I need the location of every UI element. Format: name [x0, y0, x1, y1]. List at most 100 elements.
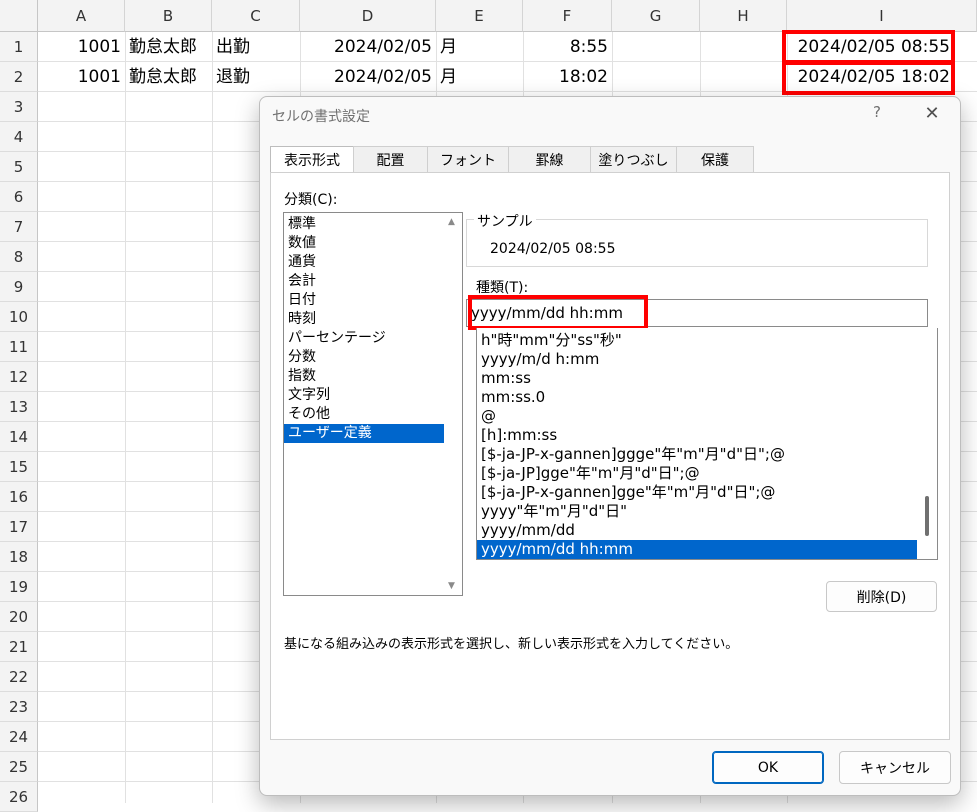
- format-item[interactable]: [h]:mm:ss: [477, 426, 917, 445]
- sample-value: 2024/02/05 08:55: [490, 241, 616, 257]
- column-header-a[interactable]: A: [38, 0, 125, 32]
- row-header[interactable]: 7: [0, 212, 38, 242]
- help-icon[interactable]: ?: [867, 103, 887, 125]
- type-label: 種類(T):: [476, 280, 529, 296]
- cell-b1[interactable]: 勤怠太郎: [129, 32, 212, 62]
- row-header[interactable]: 14: [0, 422, 38, 452]
- scroll-down-icon[interactable]: ▼: [448, 581, 455, 591]
- row-header[interactable]: 21: [0, 632, 38, 662]
- category-item[interactable]: 会計: [284, 272, 444, 291]
- row-header[interactable]: 19: [0, 572, 38, 602]
- format-item[interactable]: yyyy/mm/dd: [477, 521, 917, 540]
- format-item[interactable]: h"時"mm"分"ss"秒": [477, 331, 917, 350]
- tab-font[interactable]: フォント: [427, 146, 509, 172]
- row-header[interactable]: 10: [0, 302, 38, 332]
- column-header-b[interactable]: B: [125, 0, 212, 32]
- format-item[interactable]: yyyy/m/d h:mm: [477, 350, 917, 369]
- category-list[interactable]: 標準 数値 通貨 会計 日付 時刻 パーセンテージ 分数 指数 文字列 その他 ユーザー定義 ▲ ▼: [283, 212, 463, 596]
- row-header[interactable]: 12: [0, 362, 38, 392]
- select-all-corner[interactable]: [0, 0, 38, 32]
- row-header[interactable]: 4: [0, 122, 38, 152]
- format-scrollbar[interactable]: [919, 328, 937, 559]
- tab-border[interactable]: 罫線: [508, 146, 591, 172]
- row-header[interactable]: 5: [0, 152, 38, 182]
- category-item[interactable]: 日付: [284, 291, 444, 310]
- column-header-i[interactable]: I: [787, 0, 977, 32]
- cell-b2[interactable]: 勤怠太郎: [129, 62, 212, 92]
- cell-a2[interactable]: 1001: [38, 62, 121, 92]
- category-scrollbar[interactable]: ▲ ▼: [444, 213, 462, 595]
- gridline: [125, 32, 126, 803]
- row-header[interactable]: 3: [0, 92, 38, 122]
- cancel-button[interactable]: キャンセル: [839, 751, 951, 784]
- highlight-box-i1: [782, 30, 955, 64]
- column-header-c[interactable]: C: [212, 0, 300, 32]
- category-item[interactable]: ユーザー定義: [284, 424, 444, 443]
- cell-c2[interactable]: 退勤: [216, 62, 300, 92]
- row-header[interactable]: 16: [0, 482, 38, 512]
- format-list[interactable]: h"時"mm"分"ss"秒" yyyy/m/d h:mm mm:ss mm:ss.0 @…: [476, 328, 938, 560]
- tab-number-format[interactable]: 表示形式: [270, 146, 354, 173]
- row-header[interactable]: 18: [0, 542, 38, 572]
- tab-protection[interactable]: 保護: [676, 146, 754, 172]
- row-header[interactable]: 25: [0, 752, 38, 782]
- format-item[interactable]: yyyy"年"m"月"d"日": [477, 502, 917, 521]
- row-header[interactable]: 23: [0, 692, 38, 722]
- tab-bar: 表示形式 配置 フォント 罫線 塗りつぶし 保護: [270, 146, 754, 173]
- cell-f1[interactable]: 8:55: [523, 32, 608, 62]
- format-item[interactable]: @: [477, 407, 917, 426]
- description-text: 基になる組み込みの表示形式を選択し、新しい表示形式を入力してください。: [284, 637, 739, 652]
- cell-d1[interactable]: 2024/02/05: [300, 32, 432, 62]
- highlight-box-type: [468, 295, 648, 330]
- row-header[interactable]: 9: [0, 272, 38, 302]
- close-icon[interactable]: ✕: [920, 103, 944, 125]
- scroll-thumb[interactable]: [925, 496, 929, 536]
- cell-f2[interactable]: 18:02: [523, 62, 608, 92]
- category-item[interactable]: 分数: [284, 348, 444, 367]
- format-item[interactable]: [$-ja-JP-x-gannen]ggge"年"m"月"d"日";@: [477, 445, 917, 464]
- column-header-d[interactable]: D: [300, 0, 436, 32]
- row-header[interactable]: 15: [0, 452, 38, 482]
- ok-button[interactable]: OK: [712, 751, 824, 784]
- cell-e2[interactable]: 月: [440, 62, 523, 92]
- category-item[interactable]: 数値: [284, 234, 444, 253]
- row-header[interactable]: 26: [0, 782, 38, 812]
- row-header[interactable]: 13: [0, 392, 38, 422]
- cell-e1[interactable]: 月: [440, 32, 523, 62]
- tab-alignment[interactable]: 配置: [353, 146, 428, 172]
- cell-a1[interactable]: 1001: [38, 32, 121, 62]
- sample-label: サンプル: [474, 211, 536, 231]
- format-item[interactable]: [$-ja-JP-x-gannen]gge"年"m"月"d"日";@: [477, 483, 917, 502]
- cell-d2[interactable]: 2024/02/05: [300, 62, 432, 92]
- tab-fill[interactable]: 塗りつぶし: [590, 146, 677, 172]
- category-item[interactable]: パーセンテージ: [284, 329, 444, 348]
- row-header[interactable]: 8: [0, 242, 38, 272]
- format-item[interactable]: yyyy/mm/dd hh:mm: [477, 540, 917, 559]
- category-item[interactable]: 通貨: [284, 253, 444, 272]
- scroll-up-icon[interactable]: ▲: [448, 217, 455, 227]
- row-header[interactable]: 2: [0, 62, 38, 92]
- category-item[interactable]: 指数: [284, 367, 444, 386]
- category-label: 分類(C):: [284, 192, 338, 208]
- category-item[interactable]: 標準: [284, 215, 444, 234]
- cell-c1[interactable]: 出勤: [216, 32, 300, 62]
- row-header[interactable]: 11: [0, 332, 38, 362]
- category-item[interactable]: 時刻: [284, 310, 444, 329]
- row-header[interactable]: 1: [0, 32, 38, 62]
- format-item[interactable]: [$-ja-JP]gge"年"m"月"d"日";@: [477, 464, 917, 483]
- category-item[interactable]: 文字列: [284, 386, 444, 405]
- column-header-f[interactable]: F: [523, 0, 612, 32]
- delete-button[interactable]: 削除(D): [826, 581, 937, 612]
- category-item[interactable]: その他: [284, 405, 444, 424]
- row-header[interactable]: 17: [0, 512, 38, 542]
- row-header[interactable]: 20: [0, 602, 38, 632]
- column-header-h[interactable]: H: [700, 0, 787, 32]
- column-header-g[interactable]: G: [612, 0, 700, 32]
- format-item[interactable]: mm:ss: [477, 369, 917, 388]
- row-header[interactable]: 24: [0, 722, 38, 752]
- row-header[interactable]: 6: [0, 182, 38, 212]
- column-header-e[interactable]: E: [436, 0, 523, 32]
- row-header[interactable]: 22: [0, 662, 38, 692]
- gridline: [212, 32, 213, 803]
- format-item[interactable]: mm:ss.0: [477, 388, 917, 407]
